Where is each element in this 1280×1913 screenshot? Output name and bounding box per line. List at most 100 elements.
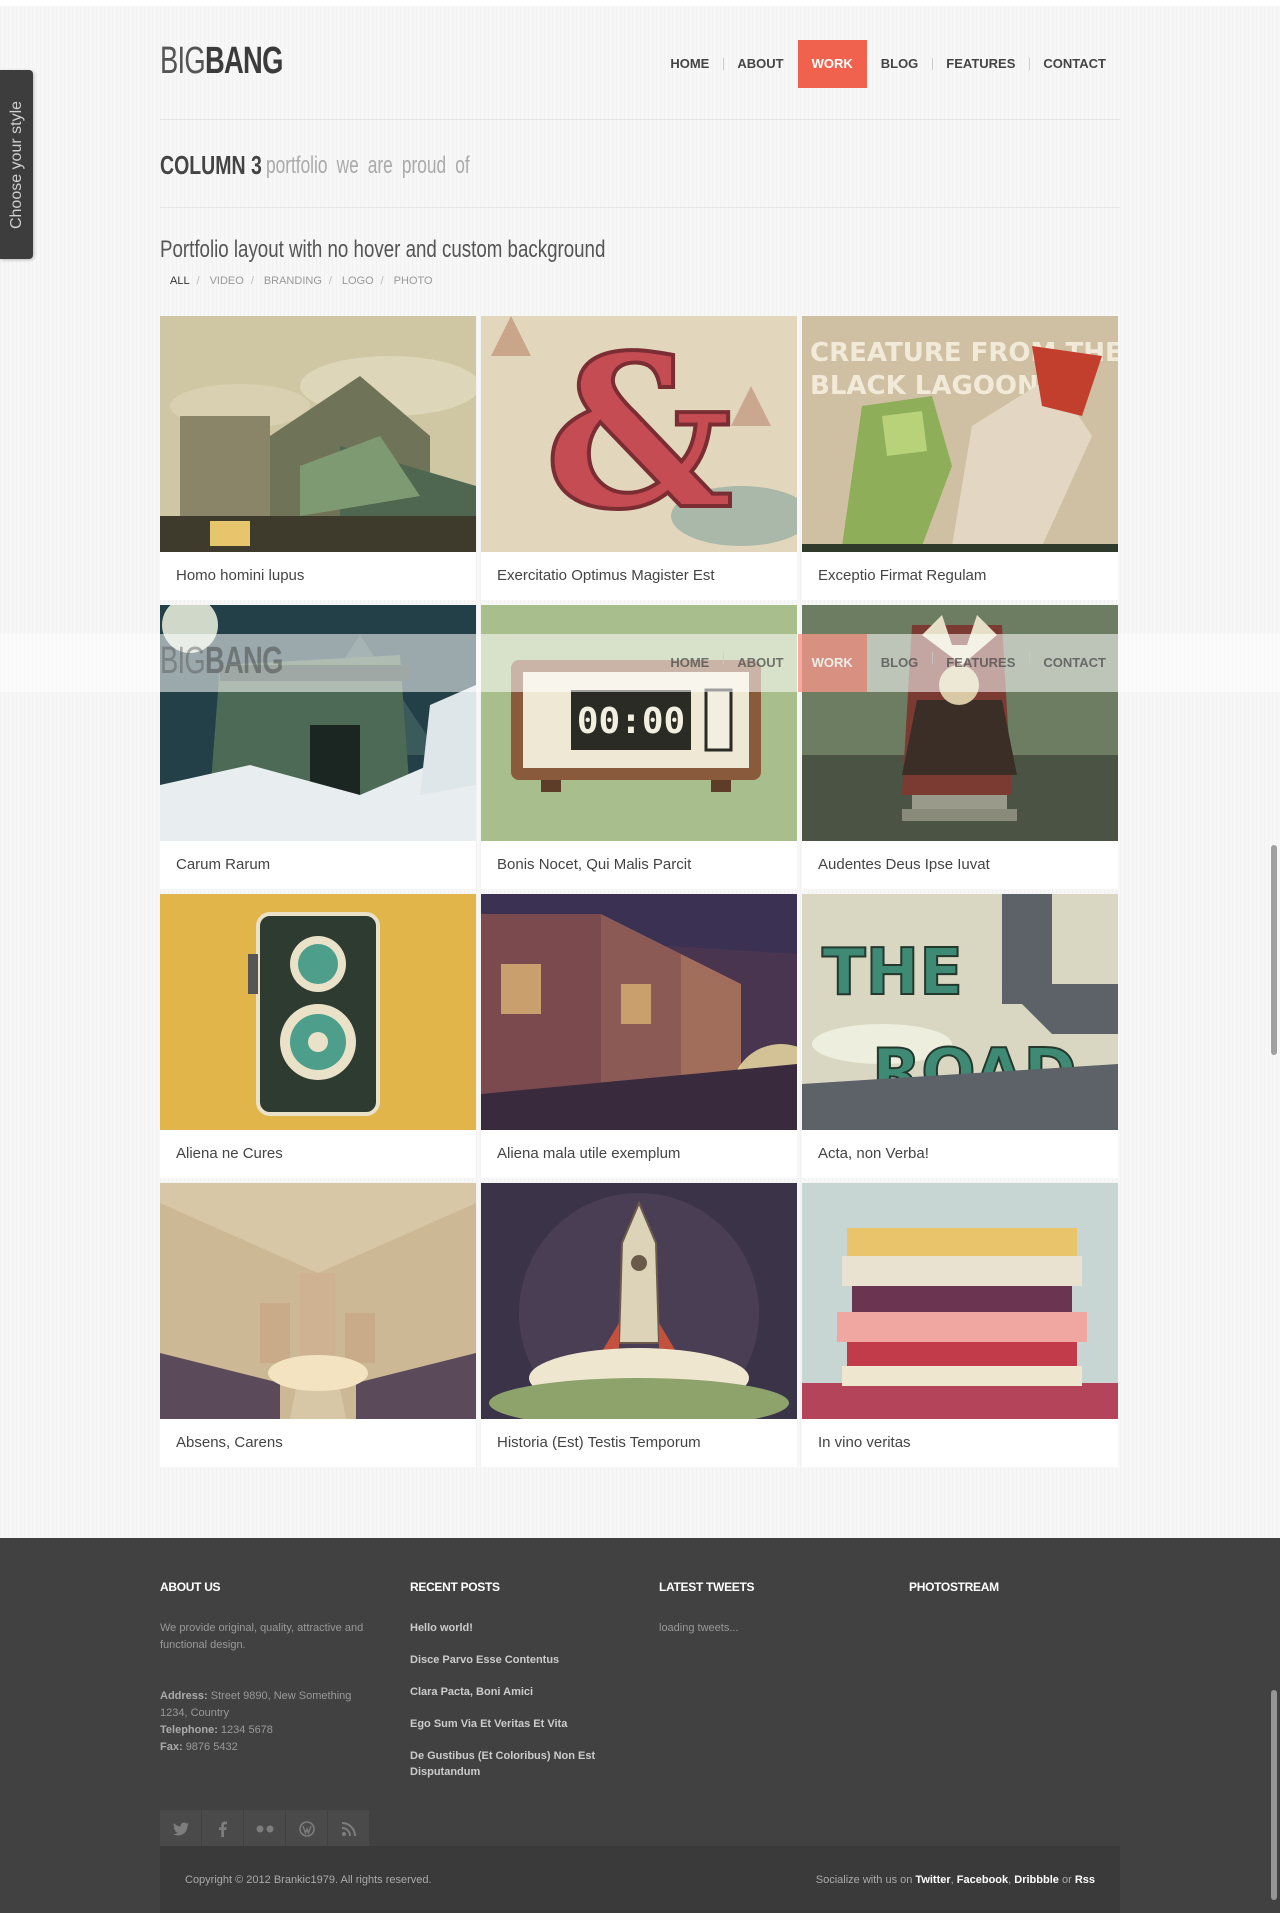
portfolio-caption: Exceptio Firmat Regulam: [818, 567, 987, 584]
thumb-text-creature-2: BLACK LAGOON: [810, 371, 1039, 401]
section-subtitle: Portfolio layout with no hover and custo…: [160, 236, 606, 263]
nav-contact[interactable]: CONTACT: [1029, 40, 1120, 88]
portfolio-caption: Homo homini lupus: [176, 567, 305, 584]
address-label: Address:: [160, 1690, 208, 1702]
thumb-text-road-1: THE: [822, 936, 963, 1010]
portfolio-thumbnail-books[interactable]: [802, 1183, 1118, 1419]
copyright-text: Copyright © 2012 Brankic1979. All rights…: [185, 1874, 432, 1886]
portfolio-grid: Homo homini lupus & Exercitatio Optimus …: [160, 316, 1120, 1467]
sticky-nav: HOME ABOUT WORK BLOG FEATURES CONTACT: [656, 634, 1120, 692]
nav-work[interactable]: WORK: [797, 40, 867, 88]
page-title: COLUMN 3: [160, 150, 262, 180]
nav-blog[interactable]: BLOG: [867, 40, 933, 88]
footer-scrollbar-thumb[interactable]: [1271, 1690, 1277, 1900]
portfolio-item[interactable]: Aliena mala utile exemplum: [481, 894, 797, 1178]
socialize-twitter-link[interactable]: Twitter: [915, 1874, 950, 1886]
portfolio-thumbnail-street[interactable]: [481, 894, 797, 1130]
nav-features[interactable]: FEATURES: [932, 40, 1029, 88]
socialize-dribbble-link[interactable]: Dribbble: [1014, 1874, 1059, 1886]
portfolio-caption: Exercitatio Optimus Magister Est: [497, 567, 715, 584]
socialize-rss-link[interactable]: Rss: [1075, 1874, 1095, 1886]
footer-about-title: ABOUT US: [160, 1580, 221, 1594]
portfolio-caption: Acta, non Verba!: [818, 1145, 929, 1162]
footer-recent-title: RECENT POSTS: [410, 1580, 500, 1594]
portfolio-caption: Audentes Deus Ipse Iuvat: [818, 856, 990, 873]
recent-post-link[interactable]: Ego Sum Via Et Veritas Et Vita: [410, 1716, 630, 1732]
portfolio-item[interactable]: Historia (Est) Testis Temporum: [481, 1183, 797, 1467]
filter-branding[interactable]: BRANDING: [251, 275, 332, 287]
recent-post-link[interactable]: Clara Pacta, Boni Amici: [410, 1684, 630, 1700]
flickr-icon[interactable]: [244, 1810, 285, 1848]
footer-contact-info: Address: Street 9890, New Something 1234…: [160, 1688, 380, 1756]
logo-bold-text: BANG: [204, 40, 283, 82]
site-logo[interactable]: BIGBANG: [160, 40, 283, 83]
sticky-nav-work[interactable]: WORK: [797, 634, 867, 692]
portfolio-item[interactable]: Aliena ne Cures: [160, 894, 476, 1178]
page-tagline: portfolio we are proud of: [266, 152, 470, 179]
footer-recent-posts: RECENT POSTS Hello world! Disce Parvo Es…: [410, 1580, 630, 1796]
scrollbar-thumb[interactable]: [1271, 845, 1277, 1055]
recent-post-link[interactable]: Hello world!: [410, 1620, 630, 1636]
portfolio-thumbnail-rocket[interactable]: [481, 1183, 797, 1419]
twitter-icon[interactable]: [160, 1810, 201, 1848]
portfolio-filters: ALL VIDEO BRANDING LOGO PHOTO: [160, 275, 1120, 287]
footer-bottom-bar: Copyright © 2012 Brankic1979. All rights…: [160, 1846, 1120, 1913]
filter-logo[interactable]: LOGO: [329, 275, 384, 287]
fax-label: Fax:: [160, 1741, 183, 1753]
portfolio-caption: Absens, Carens: [176, 1434, 283, 1451]
nav-home[interactable]: HOME: [656, 40, 723, 88]
svg-text:&: &: [544, 316, 734, 552]
site-header: BIGBANG HOME ABOUT WORK BLOG FEATURES CO…: [160, 30, 1120, 120]
portfolio-thumbnail-creature[interactable]: CREATURE FROM THE BLACK LAGOON: [802, 316, 1118, 552]
telephone-label: Telephone:: [160, 1724, 218, 1736]
sticky-nav-features[interactable]: FEATURES: [932, 634, 1029, 692]
sticky-logo-light: BIG: [160, 640, 206, 682]
top-border: [0, 0, 1280, 6]
portfolio-item[interactable]: Absens, Carens: [160, 1183, 476, 1467]
portfolio-item[interactable]: CREATURE FROM THE BLACK LAGOON Exceptio …: [802, 316, 1118, 600]
portfolio-thumbnail-road[interactable]: THE ROAD: [802, 894, 1118, 1130]
sticky-nav-about[interactable]: ABOUT: [723, 634, 797, 692]
portfolio-caption: In vino veritas: [818, 1434, 911, 1451]
facebook-icon[interactable]: [202, 1810, 243, 1848]
sticky-header: BIGBANG HOME ABOUT WORK BLOG FEATURES CO…: [0, 634, 1280, 692]
portfolio-item[interactable]: THE ROAD Acta, non Verba!: [802, 894, 1118, 1178]
sticky-nav-blog[interactable]: BLOG: [867, 634, 933, 692]
filter-photo[interactable]: PHOTO: [381, 275, 443, 287]
filter-video[interactable]: VIDEO: [197, 275, 254, 287]
footer-photostream-title: PHOTOSTREAM: [909, 1580, 999, 1594]
portfolio-thumbnail-camera[interactable]: [160, 894, 476, 1130]
portfolio-item[interactable]: In vino veritas: [802, 1183, 1118, 1467]
site-footer: ABOUT US We provide original, quality, a…: [0, 1538, 1280, 1913]
portfolio-caption: Historia (Est) Testis Temporum: [497, 1434, 701, 1451]
portfolio-thumbnail-house[interactable]: [160, 316, 476, 552]
page-heading: COLUMN 3 portfolio we are proud of: [160, 150, 1120, 208]
portfolio-caption: Aliena ne Cures: [176, 1145, 283, 1162]
socialize-facebook-link[interactable]: Facebook: [957, 1874, 1008, 1886]
filter-all[interactable]: ALL: [160, 275, 200, 287]
sticky-logo[interactable]: BIGBANG: [160, 640, 283, 683]
socialize-prefix: Socialize with us on: [815, 1874, 913, 1886]
portfolio-thumbnail-city[interactable]: [160, 1183, 476, 1419]
thumb-text-clock: 00:00: [577, 701, 685, 742]
recent-post-link[interactable]: De Gustibus (Et Coloribus) Non Est Dispu…: [410, 1748, 610, 1780]
socialize-or: or: [1061, 1874, 1072, 1886]
footer-about: ABOUT US We provide original, quality, a…: [160, 1580, 380, 1848]
wordpress-icon[interactable]: [286, 1810, 327, 1848]
nav-about[interactable]: ABOUT: [723, 40, 797, 88]
fax-value: 9876 5432: [185, 1741, 238, 1753]
footer-photostream: PHOTOSTREAM: [909, 1580, 1129, 1620]
footer-social-buttons: [160, 1810, 369, 1848]
portfolio-thumbnail-ampersand[interactable]: &: [481, 316, 797, 552]
portfolio-caption: Aliena mala utile exemplum: [497, 1145, 681, 1162]
sticky-nav-contact[interactable]: CONTACT: [1029, 634, 1120, 692]
portfolio-caption: Bonis Nocet, Qui Malis Parcit: [497, 856, 692, 873]
socialize-links: Socialize with us on Twitter, Facebook, …: [815, 1874, 1095, 1886]
rss-icon[interactable]: [328, 1810, 369, 1848]
footer-tweets-title: LATEST TWEETS: [659, 1580, 755, 1594]
recent-post-link[interactable]: Disce Parvo Esse Contentus: [410, 1652, 630, 1668]
portfolio-item[interactable]: & Exercitatio Optimus Magister Est: [481, 316, 797, 600]
sticky-nav-home[interactable]: HOME: [656, 634, 723, 692]
portfolio-item[interactable]: Homo homini lupus: [160, 316, 476, 600]
style-switcher-tab[interactable]: Choose your style: [0, 70, 33, 259]
